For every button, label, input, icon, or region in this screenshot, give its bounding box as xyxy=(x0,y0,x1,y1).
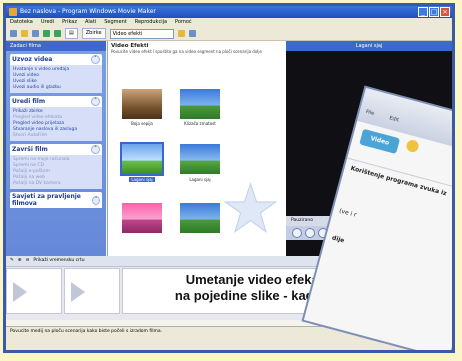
narrate-icon[interactable]: ✎ xyxy=(10,256,14,266)
show-timeline-button[interactable]: Prikaži vremensku crtu xyxy=(33,256,84,266)
effect-label-selected: Lagani sjaj xyxy=(129,177,155,182)
storyboard-slot[interactable] xyxy=(6,268,62,314)
arrow-icon xyxy=(13,282,27,302)
tasks-header: Zadaci filma xyxy=(6,41,106,51)
minimize-button[interactable]: _ xyxy=(418,7,428,17)
effect-thumbnail-grain[interactable] xyxy=(180,89,220,119)
menu-play[interactable]: Reprodukcija xyxy=(135,18,167,27)
collections-button[interactable]: Zbirke xyxy=(81,28,106,39)
storyboard-slot[interactable] xyxy=(63,268,120,314)
slide-frame: Bez naslova - Program Windows Movie Make… xyxy=(3,3,455,353)
zoom-in-icon[interactable]: ⊕ xyxy=(18,256,22,266)
new-icon[interactable] xyxy=(10,30,17,37)
up-folder-icon[interactable] xyxy=(177,30,185,37)
menu-bar: Datoteka Uredi Prikaz Alati Segment Repr… xyxy=(6,18,452,27)
save-icon[interactable] xyxy=(32,30,39,37)
task-link[interactable]: Uvezi audio ili glazbu xyxy=(13,85,99,91)
collection-title: Video Efekti xyxy=(111,43,149,49)
monitor-title: Lagani sjaj xyxy=(286,41,452,51)
task-group-body: Prikaži zbirke Pregled video efekata Pre… xyxy=(10,107,102,141)
effect-thumbnail-soft-glow[interactable] xyxy=(120,142,164,176)
menu-edit[interactable]: Uredi xyxy=(41,18,54,27)
undo-icon[interactable] xyxy=(43,30,50,37)
collection-pane: Video Efekti Povucite video efekt i spus… xyxy=(107,41,286,256)
card-yellow-icon xyxy=(405,138,420,154)
task-group-header[interactable]: Uzvoz videa ˄ xyxy=(10,54,102,65)
window-title: Bez naslova - Program Windows Movie Make… xyxy=(20,8,156,15)
chevron-up-icon[interactable]: ˄ xyxy=(91,97,100,106)
task-group-capture: Uzvoz videa ˄ Hvatanje s video uređaja Uv… xyxy=(10,54,102,93)
card-menu-file[interactable]: File xyxy=(365,109,375,117)
task-group-tips: Savjeti za pravljenje filmova ˅ xyxy=(10,192,102,208)
card-menu-edit[interactable]: Edit xyxy=(389,115,400,123)
window-controls: _ □ × xyxy=(418,7,450,17)
task-link[interactable]: Stvori AutoFilm xyxy=(13,133,99,139)
card-text-2: (ve i r xyxy=(338,207,358,219)
menu-view[interactable]: Prikaz xyxy=(62,18,77,27)
title-bar: Bez naslova - Program Windows Movie Make… xyxy=(6,6,452,18)
menu-tools[interactable]: Alati xyxy=(85,18,96,27)
chevron-up-icon[interactable]: ˄ xyxy=(91,55,100,64)
task-group-body: Spremi na moje računalo Spremi na CD Poš… xyxy=(10,155,102,189)
maximize-button[interactable]: □ xyxy=(429,7,439,17)
redo-icon[interactable] xyxy=(54,30,61,37)
task-group-header[interactable]: Savjeti za pravljenje filmova ˅ xyxy=(10,192,102,208)
task-group-finish: Završi film ˄ Spremi na moje računalo Spr… xyxy=(10,144,102,189)
task-group-header[interactable]: Uredi film ˄ xyxy=(10,96,102,107)
effect-thumbnail[interactable] xyxy=(180,203,220,233)
play-icon[interactable] xyxy=(292,228,302,238)
movie-tasks-pane: Zadaci filma Uzvoz videa ˄ Hvatanje s vid… xyxy=(6,41,106,256)
card-text-3: dije xyxy=(331,234,346,245)
app-icon xyxy=(9,8,17,16)
menu-clip[interactable]: Segment xyxy=(104,18,127,27)
effect-thumbnail-sepia[interactable] xyxy=(122,89,162,119)
task-group-header[interactable]: Završi film ˄ xyxy=(10,144,102,155)
task-group-body: Hvatanje s video uređaja Uvezi video Uve… xyxy=(10,65,102,93)
zoom-out-icon[interactable]: ⊖ xyxy=(26,256,30,266)
card-menu: File Edit xyxy=(365,109,399,124)
effect-label: Boja sepija xyxy=(131,121,153,126)
menu-help[interactable]: Pomoć xyxy=(175,18,192,27)
tasks-button[interactable]: ▤ xyxy=(65,28,78,39)
close-button[interactable]: × xyxy=(440,7,450,17)
task-link[interactable]: Pošalji na DV kameru xyxy=(13,181,99,187)
collection-subtitle: Povucite video efekt i spustite ga na vi… xyxy=(111,49,262,54)
task-group-edit: Uredi film ˄ Prikaži zbirke Pregled video… xyxy=(10,96,102,141)
star-watermark-icon xyxy=(223,182,278,233)
stop-icon[interactable] xyxy=(305,228,315,238)
collection-combo[interactable]: Video efekti xyxy=(109,28,174,39)
chevron-down-icon[interactable]: ˅ xyxy=(92,195,100,205)
effect-thumbnail[interactable] xyxy=(180,144,220,174)
views-icon[interactable] xyxy=(188,30,196,37)
chevron-up-icon[interactable]: ˄ xyxy=(91,145,100,154)
toolbar: ▤ Zbirke Video efekti xyxy=(6,27,452,41)
menu-file[interactable]: Datoteka xyxy=(10,18,33,27)
effect-label: Lagani sjaj xyxy=(189,177,211,182)
effect-label: Klizača zrnatost xyxy=(184,121,216,126)
effect-thumbnail[interactable] xyxy=(122,203,162,233)
open-icon[interactable] xyxy=(21,30,28,37)
card-video-button[interactable]: Video xyxy=(359,128,401,154)
arrow-icon xyxy=(70,282,85,302)
